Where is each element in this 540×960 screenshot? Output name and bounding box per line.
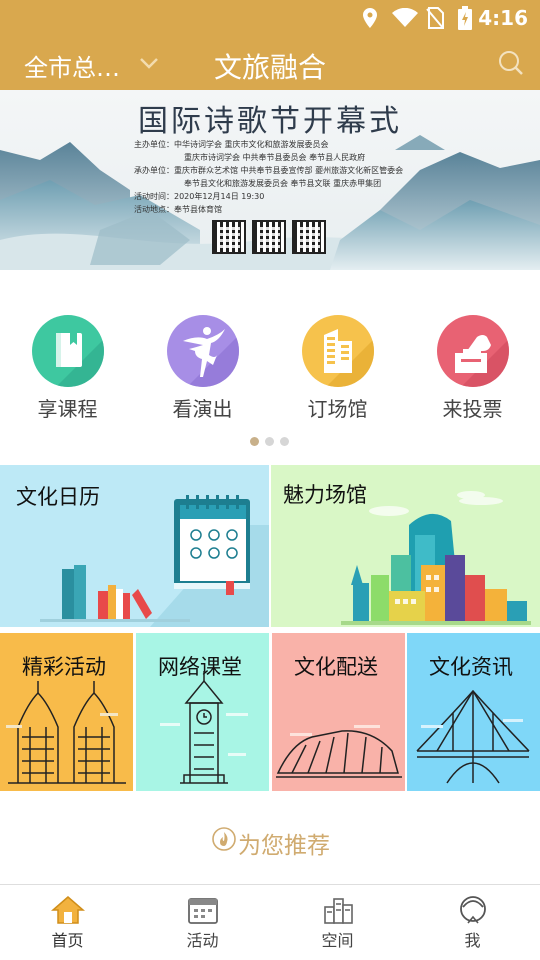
bridge-illustration — [416, 689, 530, 784]
tab-activities[interactable]: 活动 — [135, 885, 270, 960]
pager-dot[interactable] — [280, 437, 289, 446]
banner-line: 重庆市诗词学会 中共奉节县委员会 奉节县人民政府 — [184, 153, 366, 162]
home-icon — [50, 896, 85, 924]
banner-title: 国际诗歌节开幕式 — [138, 104, 402, 139]
location-icon — [363, 8, 377, 28]
banner-line: 承办单位：重庆市群众艺术馆 中共奉节县委宣传部 夔州旅游文化新区管委会 — [134, 166, 404, 175]
entry-label: 来投票 — [442, 397, 503, 421]
battery-icon — [458, 6, 472, 30]
banner-line: 活动地点：奉节县体育馆 — [134, 205, 222, 214]
city-skyline-illustration — [341, 491, 531, 625]
tab-label: 首页 — [51, 931, 84, 950]
calendar-illustration — [40, 495, 269, 627]
tab-me[interactable]: 我 — [405, 885, 540, 960]
pager-indicator — [250, 437, 290, 447]
tab-home[interactable]: 首页 — [0, 885, 135, 960]
building-icon — [301, 315, 374, 387]
top-app-bar: 全市总… 文旅融合 — [0, 36, 540, 90]
tab-label: 我 — [464, 931, 481, 950]
book-icon — [31, 315, 104, 387]
banner-details: 主办单位：中华诗词学会 重庆市文化和旅游发展委员会 重庆市诗词学会 中共奉节县委… — [134, 138, 403, 216]
tile-venues[interactable]: 魅力场馆 — [271, 465, 540, 627]
bottom-tab-bar: 首页 活动 空间 我 — [0, 884, 540, 960]
entry-label: 享课程 — [37, 397, 98, 421]
tile-culture-calendar[interactable]: 文化日历 — [0, 465, 269, 627]
entry-label: 看演出 — [172, 397, 233, 421]
no-sim-icon — [426, 7, 444, 29]
wifi-icon — [392, 8, 418, 27]
page-title: 文旅融合 — [213, 51, 326, 84]
recommend-title: 为您推荐 — [238, 833, 330, 859]
entry-courses[interactable]: 享课程 — [0, 310, 135, 422]
recommend-section-header: 为您推荐 — [0, 810, 540, 870]
qr-code — [212, 220, 246, 254]
qr-code — [252, 220, 286, 254]
tab-space[interactable]: 空间 — [270, 885, 405, 960]
entry-performances[interactable]: 看演出 — [135, 310, 270, 422]
pager-dot[interactable] — [250, 437, 259, 446]
tile-culture-delivery[interactable]: 文化配送 — [272, 633, 405, 791]
vote-icon — [436, 315, 509, 387]
tab-label: 活动 — [186, 931, 219, 950]
qr-code — [292, 220, 326, 254]
status-bar: 4:16 — [0, 0, 540, 36]
clock: 4:16 — [478, 6, 528, 30]
entry-label: 订场馆 — [307, 397, 368, 421]
banner-line: 活动时间：2020年12月14日 19:30 — [134, 192, 265, 201]
banner-line: 主办单位：中华诗词学会 重庆市文化和旅游发展委员会 — [134, 140, 329, 149]
pager-dot[interactable] — [265, 437, 274, 446]
clock-tower-illustration — [160, 671, 248, 784]
tile-culture-news[interactable]: 文化资讯 — [407, 633, 540, 791]
flame-icon — [212, 827, 236, 851]
user-avatar-icon — [459, 896, 486, 924]
ballet-icon — [166, 315, 239, 387]
quick-entry-row: 享课程 看演出 订场馆 来投票 — [0, 310, 540, 430]
tab-label: 空间 — [321, 931, 354, 950]
entry-vote[interactable]: 来投票 — [405, 310, 540, 422]
banner-line: 奉节县文化和旅游发展委员会 奉节县文联 重庆赤甲集团 — [184, 179, 382, 188]
search-icon[interactable] — [498, 50, 524, 76]
entry-venues[interactable]: 订场馆 — [270, 310, 405, 422]
banner-carousel[interactable]: 国际诗歌节开幕式 主办单位：中华诗词学会 重庆市文化和旅游发展委员会 重庆市诗词… — [0, 90, 540, 270]
app-screen: 4:16 全市总… 文旅融合 国际诗歌节开幕式 主办单位：中华诗词学会 重庆市文… — [0, 0, 540, 960]
calendar-icon — [187, 898, 218, 924]
tile-online-classroom[interactable]: 网络课堂 — [136, 633, 269, 791]
buildings-icon — [323, 898, 353, 924]
theater-building-illustration — [276, 725, 402, 778]
tile-activities[interactable]: 精彩活动 — [0, 633, 133, 791]
twin-towers-illustration — [6, 681, 126, 784]
